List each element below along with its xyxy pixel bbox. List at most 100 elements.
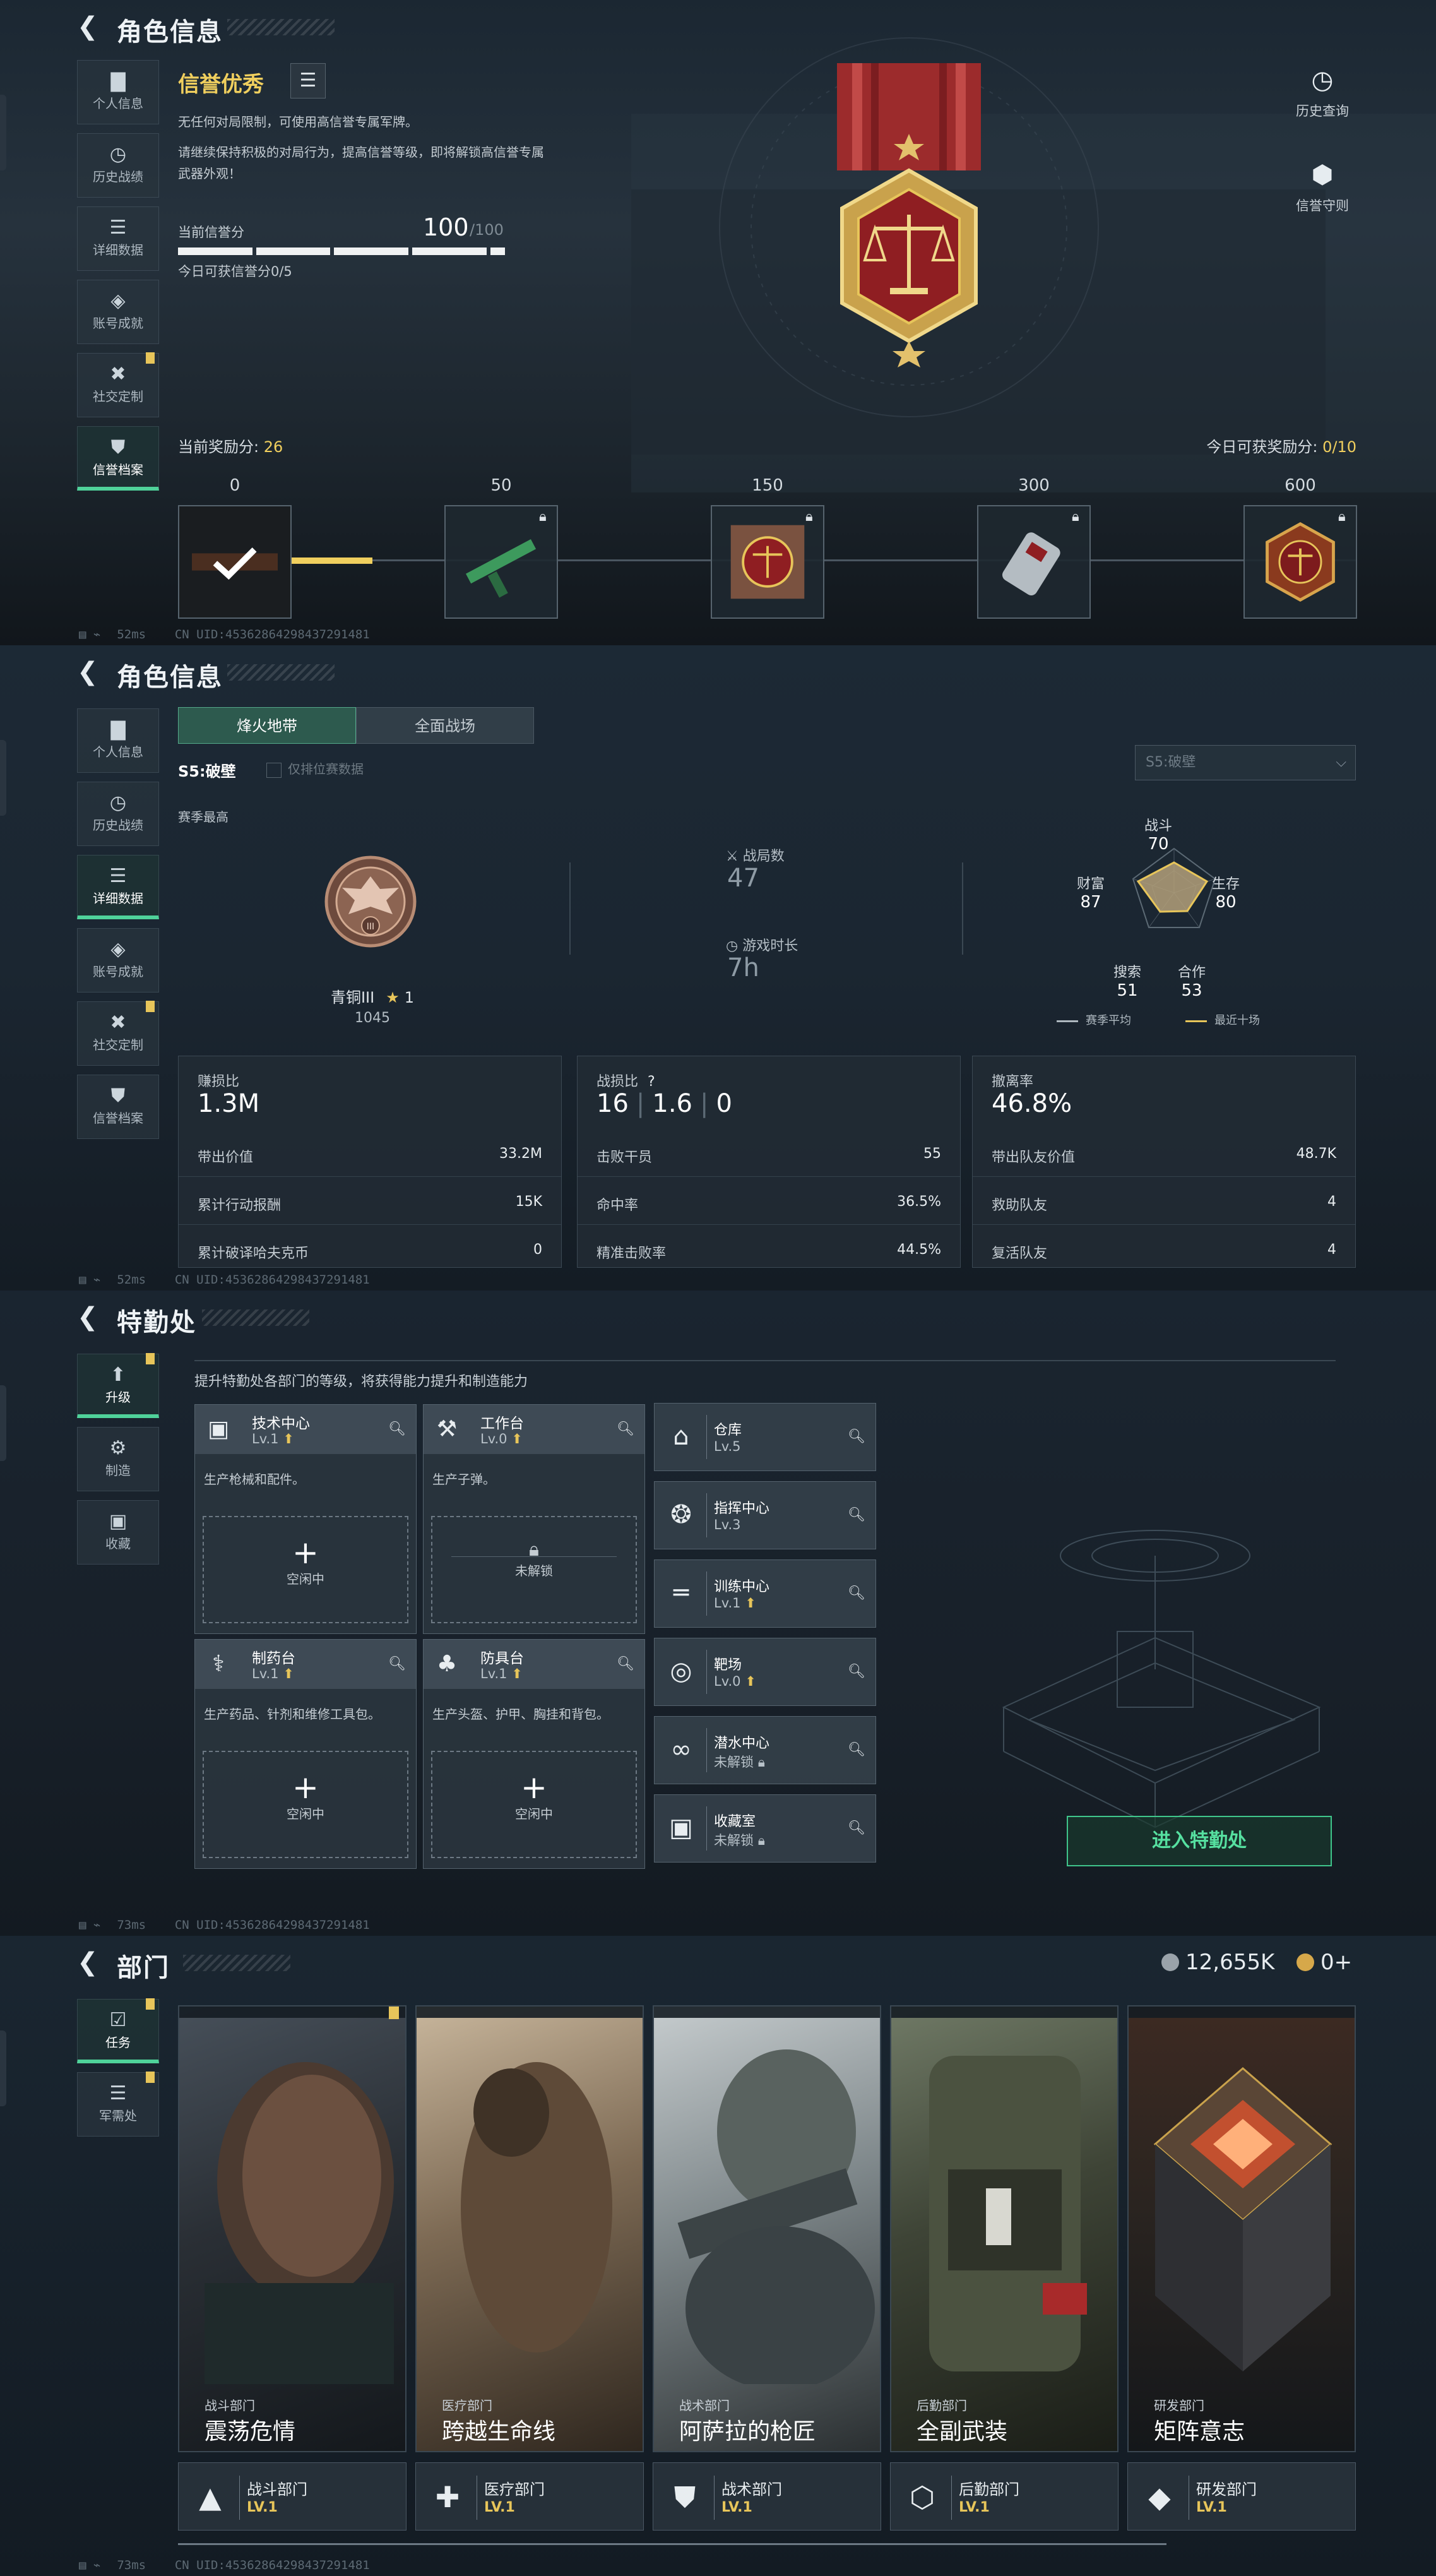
- dept-name: 后勤部门: [959, 2481, 1019, 2498]
- row-value: 36.5%: [897, 1194, 941, 1210]
- operation-card[interactable]: 战斗部门 震荡危情: [178, 2005, 406, 2452]
- nav-item-credit[interactable]: ⛊ 信誉档案: [77, 1075, 159, 1139]
- enter-special-ops-button[interactable]: 进入特勤处: [1067, 1816, 1332, 1866]
- facility-level: Lv.5: [714, 1439, 741, 1454]
- list-icon[interactable]: ☰: [290, 63, 326, 98]
- milestone-reward-300[interactable]: 🔒︎: [977, 505, 1091, 619]
- search-icon[interactable]: 🔍︎: [388, 1656, 406, 1672]
- craft-slot[interactable]: + 空闲中: [203, 1516, 408, 1623]
- combat-dept-icon: ▲: [199, 2480, 222, 2514]
- nav-item-personal-info[interactable]: ▇ 个人信息: [77, 708, 159, 773]
- nav-item-social[interactable]: ✖ 社交定制: [77, 1001, 159, 1066]
- facility-warehouse[interactable]: ⌂ 仓库 Lv.5 🔍︎: [654, 1403, 876, 1471]
- tab-all-out-war[interactable]: 全面战场: [356, 707, 534, 744]
- history-query-button[interactable]: ◷ 历史查询: [1278, 63, 1367, 120]
- score-today: 今日可获信誉分0/5: [178, 264, 292, 279]
- dogtag-icon: [1002, 532, 1060, 595]
- search-icon[interactable]: 🔍︎: [617, 1656, 634, 1672]
- lock-icon: 🔒︎: [757, 1833, 765, 1848]
- dept-tile-research[interactable]: ◆ 研发部门 LV.1: [1127, 2462, 1356, 2531]
- operation-category: 战斗部门: [205, 2398, 255, 2413]
- milestone-label: 50: [490, 476, 512, 495]
- back-icon[interactable]: ❮: [77, 659, 102, 684]
- dept-name: 医疗部门: [484, 2481, 545, 2498]
- dept-card-armor-bench[interactable]: ♣ 防具台 Lv.1 ⬆ 🔍︎ 生产头盔、护甲、胸挂和背包。 + 空闲中: [423, 1639, 645, 1869]
- upgrade-arrow-icon: ⬆: [745, 1674, 756, 1689]
- milestone-reward-0[interactable]: [178, 505, 292, 619]
- stat-row: 复活队友 4: [992, 1242, 1336, 1261]
- craft-slot[interactable]: + 空闲中: [203, 1751, 408, 1858]
- slot-status: 空闲中: [287, 1806, 324, 1822]
- dept-card-tech-center[interactable]: ▣ 技术中心 Lv.1 ⬆ 🔍︎ 生产枪械和配件。 + 空闲中: [194, 1404, 417, 1634]
- facility-dive-center[interactable]: ∞ 潜水中心 未解锁 🔒︎ 🔍︎: [654, 1716, 876, 1784]
- plus-icon: +: [292, 1534, 319, 1571]
- dept-tile-combat[interactable]: ▲ 战斗部门 LV.1: [178, 2462, 406, 2531]
- nav-item-detail-data[interactable]: ☰ 详细数据: [77, 855, 159, 919]
- facility-level: Lv.3: [714, 1517, 741, 1532]
- nav-item-history[interactable]: ◷ 历史战绩: [77, 782, 159, 846]
- operation-card[interactable]: 医疗部门 跨越生命线: [415, 2005, 644, 2452]
- facility-training-center[interactable]: ═ 训练中心 Lv.1 ⬆ 🔍︎: [654, 1559, 876, 1628]
- nav-item-upgrade[interactable]: ⬆ 升级: [77, 1353, 159, 1418]
- ranked-only-checkbox[interactable]: 仅排位赛数据: [266, 759, 364, 778]
- nav-item-tasks[interactable]: ☑ 任务: [77, 1998, 159, 2063]
- operation-title: 阿萨拉的枪匠: [679, 2419, 816, 2445]
- nav-item-achievements[interactable]: ◈ 账号成就: [77, 280, 159, 344]
- nav-item-personal-info[interactable]: ▇ 个人信息: [77, 60, 159, 124]
- side-nav: ▇ 个人信息 ◷ 历史战绩 ☰ 详细数据 ◈ 账号成就 ✖ 社交定制 ⛊ 信誉档案: [77, 60, 159, 499]
- nav-label: 军需处: [99, 2108, 137, 2123]
- milestone-reward-600[interactable]: 🔒︎: [1243, 505, 1357, 619]
- back-icon[interactable]: ❮: [77, 14, 102, 39]
- search-icon[interactable]: 🔍︎: [388, 1421, 406, 1437]
- season-select[interactable]: S5:破壁 ⌵: [1135, 745, 1356, 780]
- credit-rules-button[interactable]: ⬢ 信誉守则: [1278, 158, 1367, 215]
- card-topbar: [891, 2007, 1117, 2018]
- craft-slot[interactable]: + 空闲中: [431, 1751, 637, 1858]
- nav-item-achievements[interactable]: ◈ 账号成就: [77, 928, 159, 993]
- search-icon[interactable]: 🔍︎: [617, 1421, 634, 1437]
- dept-tile-tactical[interactable]: ⛊ 战术部门 LV.1: [653, 2462, 881, 2531]
- operation-card[interactable]: 后勤部门 全副武装: [890, 2005, 1119, 2452]
- back-icon[interactable]: ❮: [77, 1304, 102, 1330]
- dept-card-workbench[interactable]: ⚒︎ 工作台 Lv.0 ⬆ 🔍︎ 生产子弹。 🔒︎ 未解锁: [423, 1404, 645, 1634]
- dept-desc: 生产头盔、护甲、胸挂和背包。: [432, 1707, 609, 1722]
- back-icon[interactable]: ❮: [77, 1950, 102, 1975]
- search-icon[interactable]: 🔍︎: [848, 1585, 865, 1601]
- search-icon[interactable]: 🔍︎: [848, 1820, 865, 1836]
- credit-profile-panel: ❮ 角色信息 ▇ 个人信息 ◷ 历史战绩 ☰ 详细数据 ◈ 账号成就 ✖ 社交定制 ⛊ 信誉…: [0, 0, 1436, 645]
- upgrade-arrow-icon: ⬆: [745, 1595, 756, 1611]
- operation-card[interactable]: 战术部门 阿萨拉的枪匠: [653, 2005, 881, 2452]
- nav-item-history[interactable]: ◷ 历史战绩: [77, 133, 159, 198]
- dept-card-pharmacy[interactable]: ⚕ 制药台 Lv.1 ⬆ 🔍︎ 生产药品、针剂和维修工具包。 + 空闲中: [194, 1639, 417, 1869]
- facility-command-center[interactable]: ❂ 指挥中心 Lv.3 🔍︎: [654, 1481, 876, 1549]
- milestone-reward-150[interactable]: 🔒︎: [711, 505, 824, 619]
- medal-icon: [837, 63, 981, 367]
- premium-currency-value: 0+: [1320, 1950, 1353, 1975]
- dept-tile-logistics[interactable]: ⬡ 后勤部门 LV.1: [890, 2462, 1119, 2531]
- dept-tile-medical[interactable]: ✚ 医疗部门 LV.1: [415, 2462, 644, 2531]
- honor-desc-1: 无任何对局限制，可使用高信誉专属军牌。: [178, 114, 418, 129]
- nav-item-craft[interactable]: ⚙ 制造: [77, 1427, 159, 1491]
- dept-desc: 生产药品、针剂和维修工具包。: [204, 1707, 381, 1722]
- tab-hazard-zone[interactable]: 烽火地带: [178, 707, 356, 744]
- nav-item-collection[interactable]: ▣ 收藏: [77, 1500, 159, 1565]
- scroll-indicator[interactable]: [178, 2543, 1166, 2545]
- search-icon[interactable]: 🔍︎: [848, 1507, 865, 1523]
- search-icon[interactable]: 🔍︎: [848, 1742, 865, 1758]
- facility-collection-room[interactable]: ▣ 收藏室 未解锁 🔒︎ 🔍︎: [654, 1794, 876, 1863]
- facility-shooting-range[interactable]: ◎ 靶场 Lv.0 ⬆ 🔍︎: [654, 1638, 876, 1706]
- nav-item-detail-data[interactable]: ☰ 详细数据: [77, 206, 159, 271]
- row-label: 累计破译哈夫克币: [198, 1246, 309, 1261]
- search-icon[interactable]: 🔍︎: [848, 1429, 865, 1445]
- milestone-reward-50[interactable]: 🔒︎: [444, 505, 558, 619]
- operation-card[interactable]: 研发部门 矩阵意志: [1127, 2005, 1356, 2452]
- nav-item-credit[interactable]: ⛊ 信誉档案: [77, 426, 159, 491]
- help-icon[interactable]: ?: [648, 1074, 655, 1090]
- notice-flag: [146, 352, 155, 364]
- craft-slot: 🔒︎ 未解锁: [431, 1516, 637, 1623]
- nav-item-social[interactable]: ✖ 社交定制: [77, 352, 159, 417]
- facility-level: Lv.0 ⬆: [714, 1674, 756, 1689]
- nav-item-quartermaster[interactable]: ☰ 军需处: [77, 2072, 159, 2137]
- search-icon[interactable]: 🔍︎: [848, 1664, 865, 1679]
- premium-currency[interactable]: 0+: [1297, 1950, 1352, 1975]
